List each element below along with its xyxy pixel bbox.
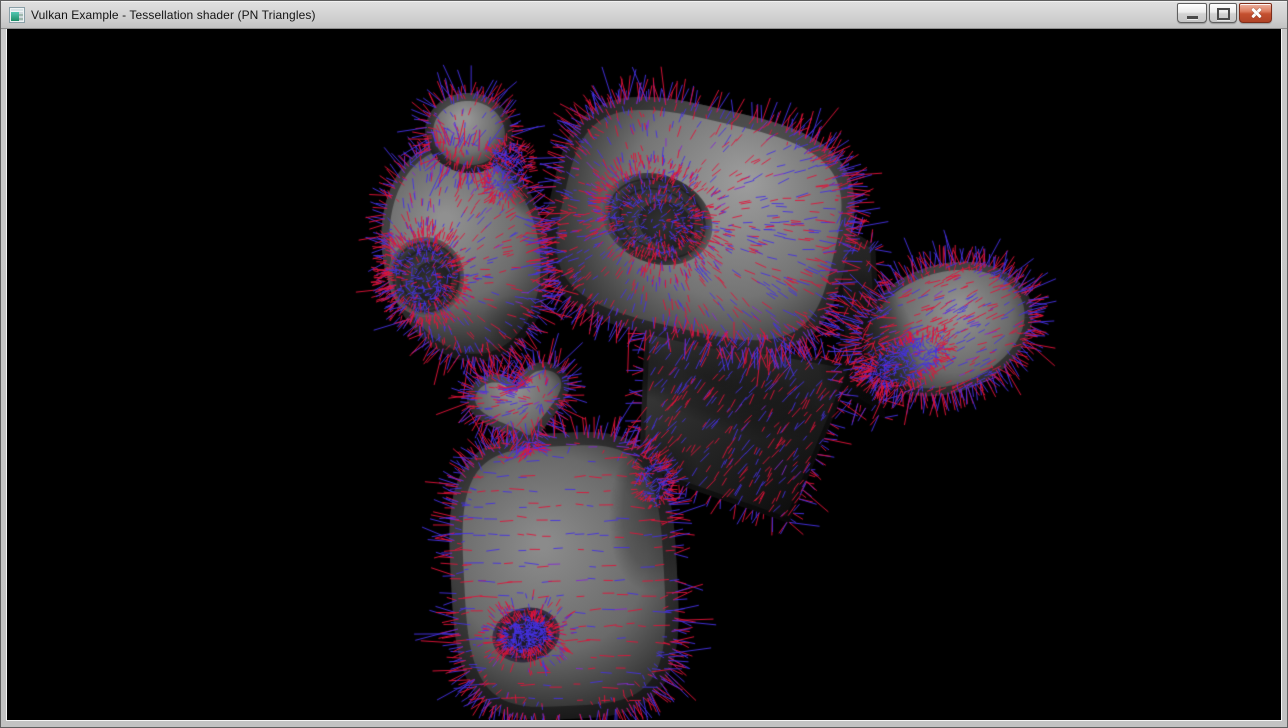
close-icon [1250,7,1262,19]
close-button[interactable] [1239,3,1272,23]
maximize-icon [1217,8,1230,20]
app-window: Vulkan Example - Tessellation shader (PN… [0,0,1288,728]
window-title: Vulkan Example - Tessellation shader (PN… [31,8,316,22]
render-viewport[interactable] [7,29,1281,720]
app-icon-viewport-block [11,12,19,21]
app-icon-titlebar-stripe [11,9,23,11]
minimize-button[interactable] [1177,3,1207,23]
titlebar[interactable]: Vulkan Example - Tessellation shader (PN… [1,1,1287,29]
app-icon-text-lines [19,12,23,21]
window-controls [1177,3,1272,23]
maximize-button[interactable] [1209,3,1237,23]
app-icon[interactable] [9,7,25,23]
viewport-frame [7,29,1281,720]
window-frame [1,29,1287,727]
minimize-icon [1187,16,1198,19]
